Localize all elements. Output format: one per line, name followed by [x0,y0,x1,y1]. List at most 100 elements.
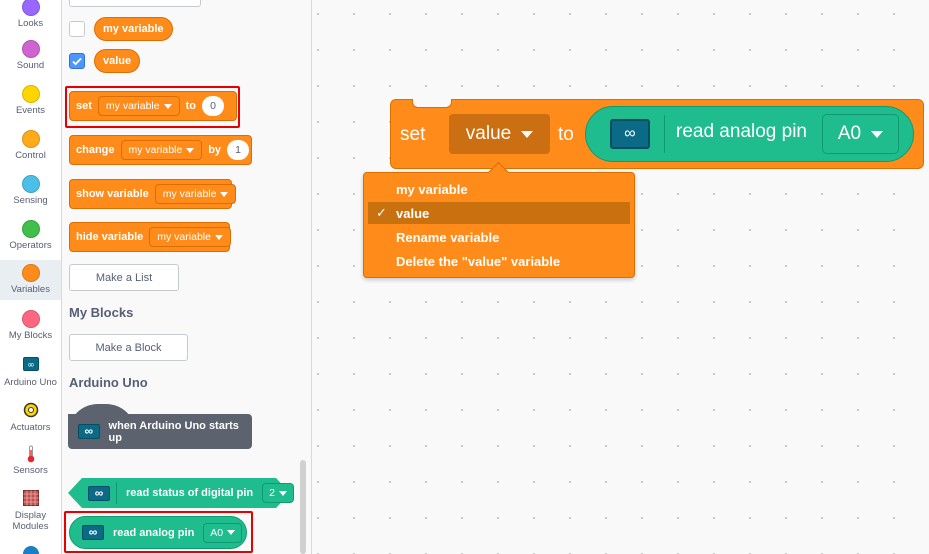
category-label: Sensors [13,465,48,476]
arduino-board-icon: ∞ [0,357,61,375]
category-my-blocks[interactable]: My Blocks [0,310,61,345]
operators-dot-icon [21,220,40,238]
caret-down-icon [220,191,229,197]
category-arduino[interactable]: ∞ Arduino Uno [0,357,61,392]
divider [116,482,117,504]
caret-down-icon [214,234,223,240]
variable-dropdown[interactable]: my variable [154,184,237,204]
pin-dropdown[interactable]: A0 [822,114,899,154]
make-list-button[interactable]: Make a List [69,264,179,291]
menu-item-rename-variable[interactable]: Rename variable [368,226,630,248]
variables-dot-icon [21,264,40,282]
thermometer-icon [0,445,61,463]
block-verb: hide variable [76,231,144,243]
dropdown-value: A0 [837,123,862,144]
category-label: Actuators [10,422,51,433]
category-label: Arduino Uno [4,377,57,388]
value-checkbox[interactable] [69,53,85,69]
category-label: Operators [9,240,52,251]
hide-variable-block[interactable]: hide variable my variable [69,222,231,252]
arduino-board-icon: ∞ [610,119,650,149]
block-verb: show variable [76,188,149,200]
category-label: Variables [11,284,50,295]
block-label: when Arduino Uno starts up [108,419,239,444]
variable-dropdown[interactable]: value [449,114,550,154]
category-label: Sound [16,60,45,71]
caret-down-icon [278,490,287,496]
palette-scrollbar[interactable] [300,460,306,554]
category-label: Modules [12,521,49,532]
looks-dot-icon [21,0,40,16]
block-verb: set [400,124,426,145]
reporter-label: read analog pin [676,121,807,142]
menu-item-label: Rename variable [396,229,500,245]
variable-dropdown[interactable]: my variable [120,140,203,160]
category-label: Events [15,105,46,116]
reporter-label: value [103,55,132,67]
menu-item-delete-variable[interactable]: Delete the "value" variable [368,250,630,272]
checkmark-icon: ✓ [376,205,387,220]
dropdown-value: my variable [157,231,211,243]
my-variable-reporter[interactable]: my variable [94,17,173,41]
change-variable-block[interactable]: change my variable by 1 [69,135,252,165]
my-blocks-heading: My Blocks [69,305,134,320]
grid-display-icon [0,490,61,508]
category-sensors[interactable]: Sensors [0,445,61,480]
caret-down-icon [871,130,884,138]
events-dot-icon [21,85,40,103]
variable-dropdown-menu: my variable ✓ value Rename variable Dele… [363,172,635,278]
sensing-dot-icon [21,175,40,193]
category-actuators[interactable]: Actuators [0,402,61,437]
sound-dot-icon [21,40,40,58]
category-operators[interactable]: Operators [0,220,61,255]
dropdown-value: my variable [128,144,183,156]
block-notch [412,99,452,108]
category-display[interactable]: Display Modules [0,490,61,535]
block-verb: change [76,144,115,156]
dropdown-value: value [465,123,512,144]
divider [664,115,665,153]
check-icon [72,57,82,66]
category-label: My Blocks [8,330,53,341]
block-label: read status of digital pin [126,487,254,499]
menu-item-label: Delete the "value" variable [396,253,561,269]
dropdown-value: my variable [162,188,217,200]
category-label: Looks [17,18,44,29]
pin-dropdown[interactable]: 2 [262,483,294,503]
show-variable-block[interactable]: show variable my variable [69,179,237,209]
caret-down-icon [521,130,534,138]
reporter-label: my variable [103,23,164,35]
category-events[interactable]: Events [0,85,61,120]
value-input[interactable]: 1 [227,140,250,160]
value-reporter[interactable]: value [94,49,141,73]
make-block-button[interactable]: Make a Block [69,334,188,361]
gear-icon [0,402,61,420]
more-category-icon[interactable] [23,546,39,554]
category-menu: Looks Sound Events Control Sensing Opera… [0,0,62,554]
read-digital-pin-content: read status of digital pin 2 [88,478,294,508]
category-variables[interactable]: Variables [0,260,61,300]
caret-down-icon [186,147,195,153]
my-variable-checkbox[interactable] [69,21,85,37]
variable-dropdown[interactable]: my variable [149,227,231,247]
menu-item-value[interactable]: ✓ value [368,202,630,224]
block-text: by [208,144,222,156]
block-text: to [558,124,574,145]
arduino-start-hat-block[interactable]: when Arduino Uno starts up [68,414,252,449]
arduino-heading: Arduino Uno [69,375,148,390]
category-control[interactable]: Control [0,130,61,165]
category-looks[interactable]: Looks [0,0,61,29]
category-label: Control [15,150,46,161]
svg-text:∞: ∞ [27,361,35,371]
menu-item-label: my variable [396,181,468,197]
arduino-board-icon [88,485,110,501]
dropdown-value: 2 [269,487,275,499]
make-variable-button[interactable] [69,0,201,7]
highlight-box [64,511,253,553]
category-sound[interactable]: Sound [0,40,61,75]
arduino-board-icon [78,423,100,439]
menu-item-label: value [396,205,430,221]
my-blocks-dot-icon [21,310,40,328]
control-dot-icon [21,130,40,148]
category-sensing[interactable]: Sensing [0,175,61,210]
